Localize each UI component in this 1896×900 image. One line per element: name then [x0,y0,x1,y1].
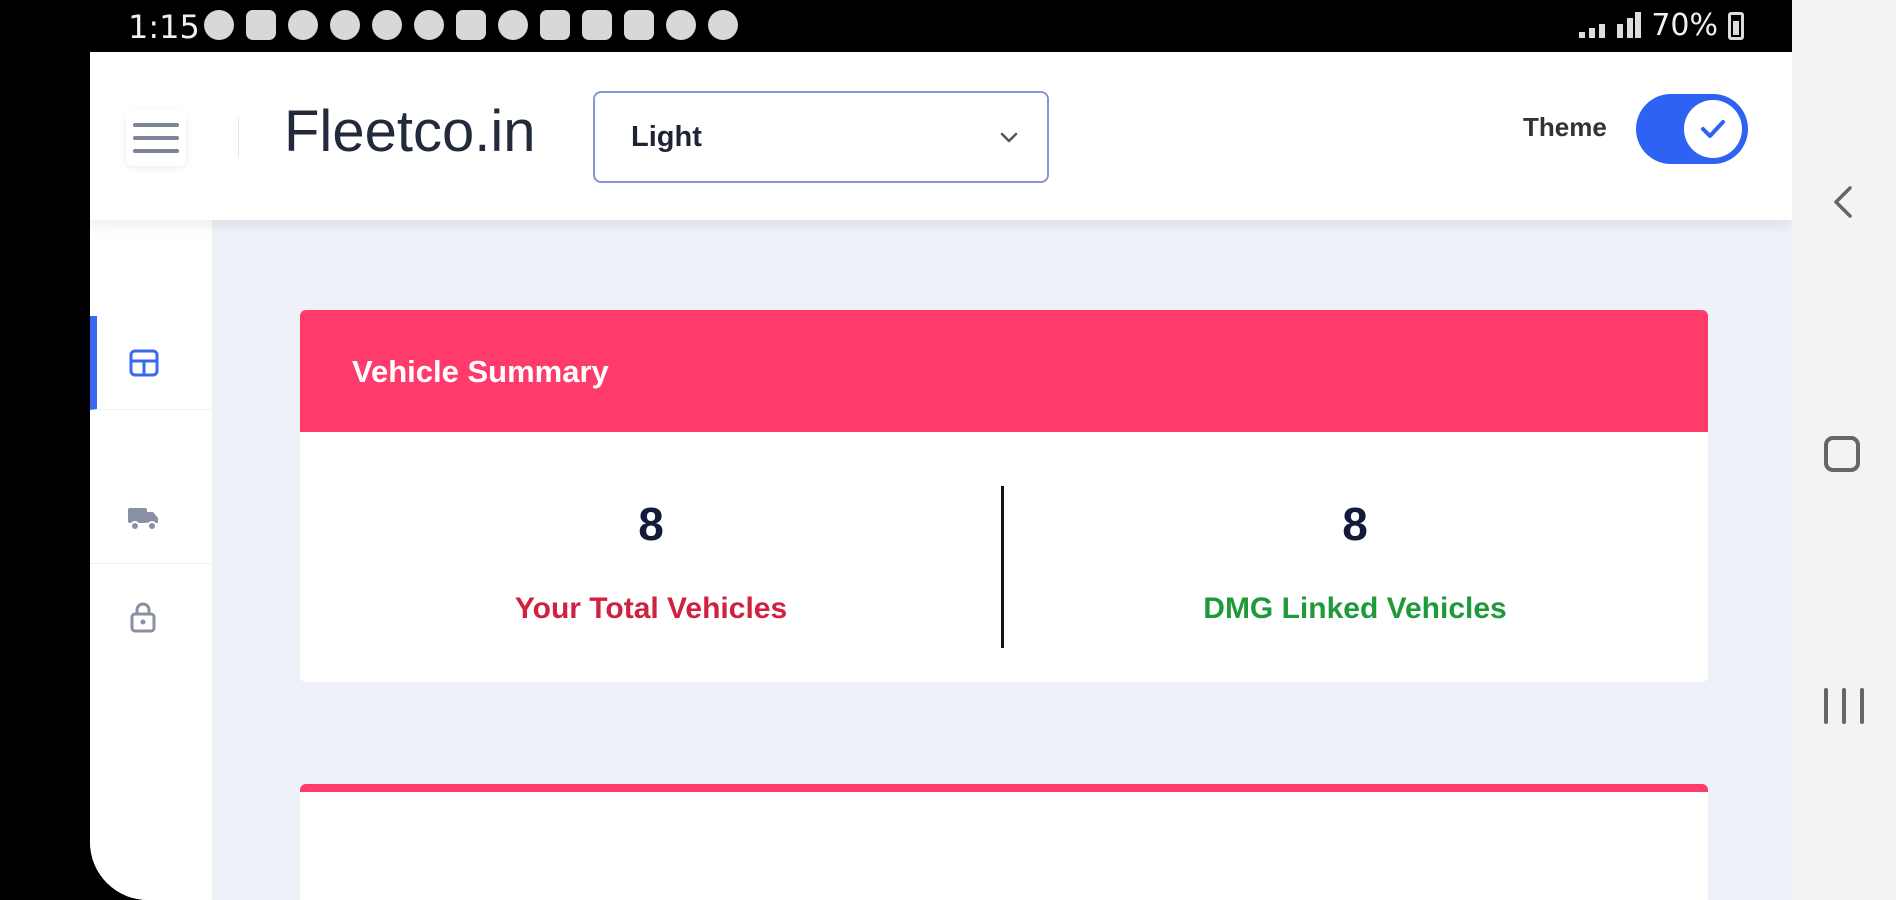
card-title: Vehicle Summary [352,354,609,389]
theme-select[interactable]: Light [593,91,1049,183]
reddit-icon [414,10,444,40]
back-icon[interactable] [1824,182,1864,222]
dashboard-icon [129,349,159,377]
home-icon[interactable] [1824,436,1860,472]
lock-icon [130,602,156,633]
mail-icon [540,10,570,40]
stat-label: DMG Linked Vehicles [1203,592,1507,625]
truck-icon [128,508,158,531]
battery-percent: 70% [1651,8,1718,43]
instagram-icon [582,10,612,40]
snapchat-icon [330,10,360,40]
phone-icon [708,10,738,40]
target-icon [204,10,234,40]
sidebar [90,220,212,900]
device-nav-bar [1792,0,1896,900]
location-icon [498,10,528,40]
signal-icon [1577,11,1642,40]
top-bar: Fleetco.in Light Theme [90,52,1792,220]
theme-label: Theme [1523,112,1607,142]
card-header: Vehicle Summary [300,310,1708,432]
sidebar-item-dashboard[interactable] [90,316,212,410]
stat-value: 8 [1342,498,1368,550]
stat-dmg-linked-vehicles: 8 DMG Linked Vehicles [1004,432,1706,682]
stat-total-vehicles: 8 Your Total Vehicles [300,432,1002,682]
notification-icons [204,10,738,40]
sidebar-item-security[interactable] [90,570,212,664]
sidebar-item-vehicles[interactable] [90,470,212,564]
status-time: 1:15 [128,8,200,46]
hamburger-icon [133,123,179,127]
gallery-icon [624,10,654,40]
status-bar: 1:15 70% [0,0,1792,52]
divider [238,118,239,158]
theme-toggle[interactable] [1636,94,1748,164]
chevron-down-icon [1000,132,1018,143]
system-indicators: 70% [1577,8,1744,43]
menu-button[interactable] [126,110,186,166]
battery-icon [1728,11,1744,40]
recents-icon[interactable] [1824,688,1864,728]
vehicle-summary-card: Vehicle Summary 8 Your Total Vehicles 8 … [300,310,1708,682]
theme-select-value: Light [631,121,702,153]
app-window: Fleetco.in Light Theme Vehicle Summary 8… [90,52,1792,900]
check-icon [1701,120,1725,138]
messages-icon [666,10,696,40]
reddit-icon [372,10,402,40]
brand-title: Fleetco.in [284,99,536,164]
instagram-icon [456,10,486,40]
stat-label: Your Total Vehicles [514,592,788,625]
whatsapp-icon [288,10,318,40]
second-card [300,784,1708,900]
stat-value: 8 [638,498,664,550]
youtube-icon [246,10,276,40]
toggle-knob [1684,100,1742,158]
